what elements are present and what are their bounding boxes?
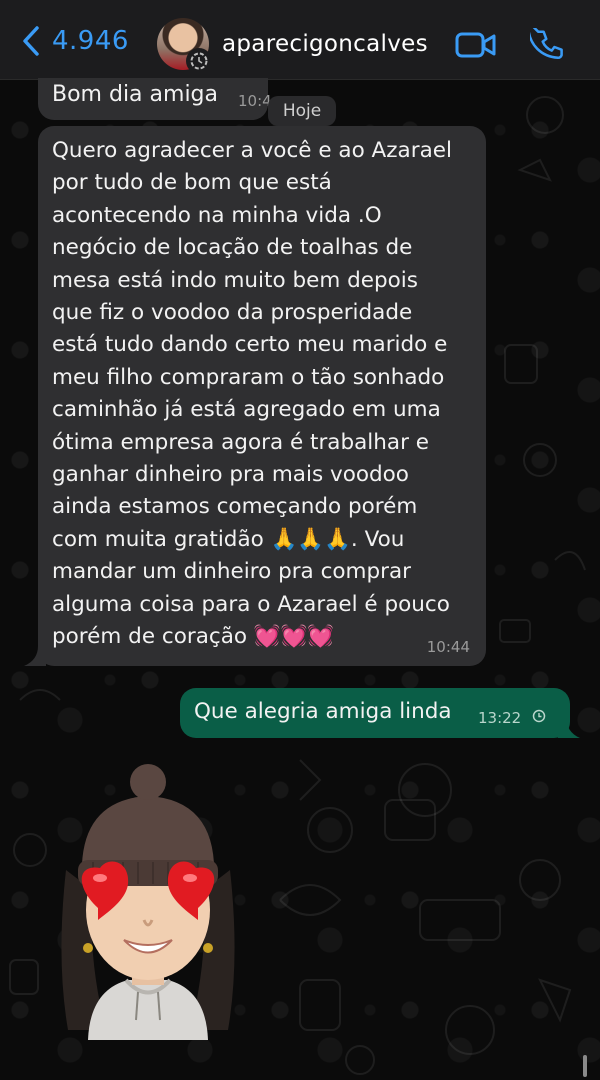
unread-count: 4.946: [52, 26, 129, 56]
bubble-tail: [24, 646, 46, 666]
phone-icon: [527, 23, 563, 60]
voice-call-button[interactable]: [527, 23, 564, 66]
message-bubble-incoming[interactable]: Bom dia amiga 10:4: [38, 78, 272, 120]
message-bubble-outgoing[interactable]: Que alegria amiga linda 13:22: [180, 688, 570, 738]
bubble-tail: [558, 716, 580, 738]
date-divider: Hoje: [268, 96, 336, 126]
clock-pending-icon: [532, 709, 546, 723]
message-bubble-incoming[interactable]: Quero agradecer a você e ao Azarael por …: [38, 126, 486, 666]
message-text: Quero agradecer a você e ao Azarael por …: [52, 138, 452, 650]
message-text: Bom dia amiga: [52, 82, 218, 107]
chat-header: 4.946 aparecigoncalves: [0, 0, 600, 80]
back-button[interactable]: 4.946: [22, 26, 129, 56]
message-time: 13:22: [478, 709, 522, 727]
chevron-left-icon: [23, 26, 39, 56]
status-ring-icon: [186, 48, 212, 74]
video-camera-icon: [455, 32, 496, 58]
memoji-heart-eyes-sticker[interactable]: [48, 760, 248, 1040]
scrollbar[interactable]: [583, 1055, 587, 1077]
message-time: 10:4: [238, 92, 272, 110]
message-time: 10:44: [426, 638, 470, 656]
video-call-button[interactable]: [455, 30, 497, 64]
contact-name[interactable]: aparecigoncalves: [222, 31, 428, 57]
message-text: Que alegria amiga linda: [194, 699, 452, 724]
